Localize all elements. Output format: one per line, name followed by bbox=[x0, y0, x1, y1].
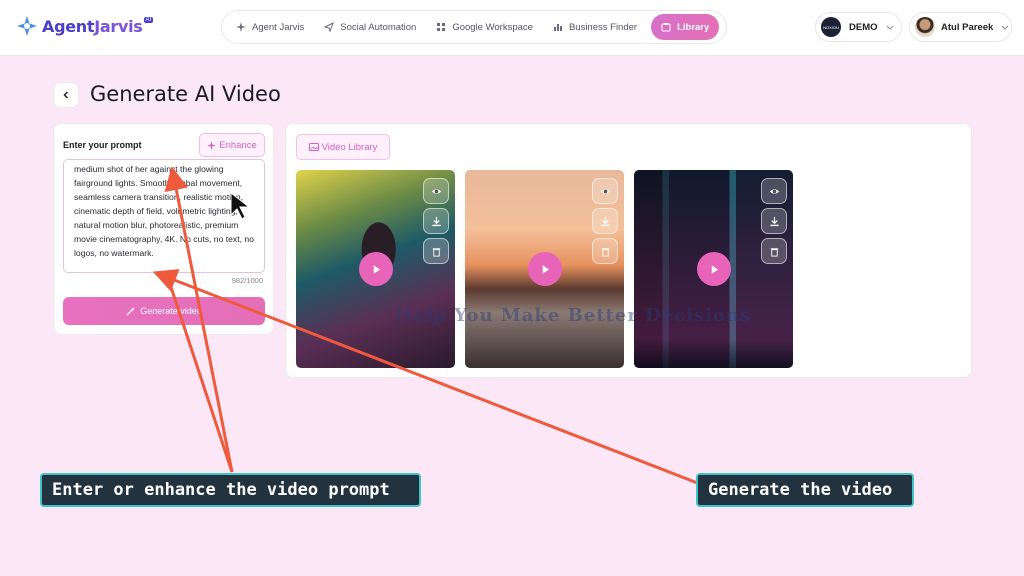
arrow-to-generate-button bbox=[152, 269, 701, 486]
trash-icon bbox=[601, 247, 609, 257]
play-button[interactable] bbox=[359, 252, 393, 286]
callout-generate: Generate the video bbox=[696, 473, 914, 507]
eye-icon bbox=[600, 188, 610, 194]
preview-button[interactable] bbox=[423, 178, 449, 204]
play-icon bbox=[373, 264, 380, 274]
download-icon bbox=[431, 216, 441, 226]
play-icon bbox=[542, 264, 549, 274]
trash-icon bbox=[432, 247, 440, 257]
delete-button[interactable] bbox=[761, 238, 787, 264]
download-icon bbox=[769, 216, 779, 226]
play-button[interactable] bbox=[528, 252, 562, 286]
preview-button[interactable] bbox=[592, 178, 618, 204]
delete-button[interactable] bbox=[423, 238, 449, 264]
callout-prompt: Enter or enhance the video prompt bbox=[40, 473, 421, 507]
download-button[interactable] bbox=[423, 208, 449, 234]
eye-icon bbox=[769, 188, 779, 194]
cursor-icon bbox=[230, 191, 251, 220]
eye-icon bbox=[431, 188, 441, 194]
delete-button[interactable] bbox=[592, 238, 618, 264]
download-icon bbox=[600, 216, 610, 226]
callout-prompt-text: Enter or enhance the video prompt bbox=[52, 480, 390, 500]
play-button[interactable] bbox=[697, 252, 731, 286]
preview-button[interactable] bbox=[761, 178, 787, 204]
trash-icon bbox=[770, 247, 778, 257]
callout-generate-text: Generate the video bbox=[708, 480, 893, 500]
download-button[interactable] bbox=[761, 208, 787, 234]
play-icon bbox=[711, 264, 718, 274]
download-button[interactable] bbox=[592, 208, 618, 234]
